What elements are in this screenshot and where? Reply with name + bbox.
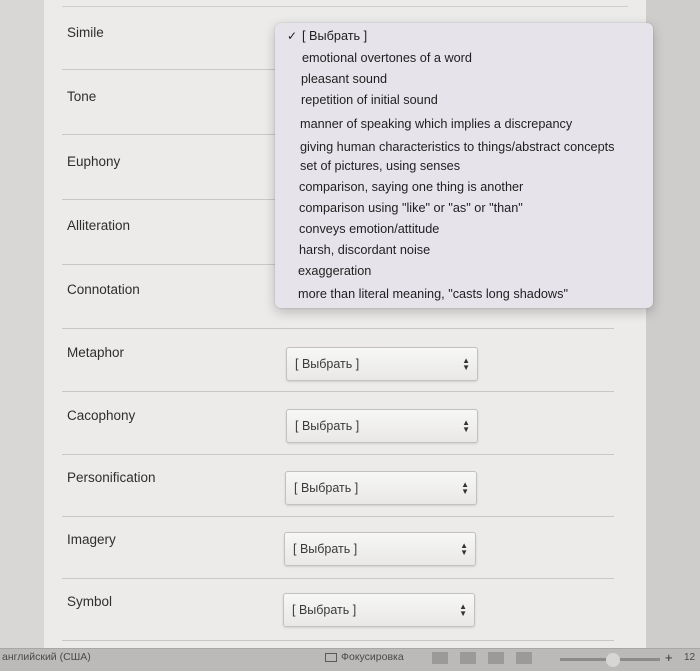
zoom-slider-handle[interactable]	[606, 653, 620, 667]
dropdown-option-selected[interactable]: ✓ [ Выбрать ]	[287, 29, 368, 43]
select-value: [ Выбрать ]	[292, 603, 357, 617]
view-mode-buttons	[432, 652, 532, 664]
select-imagery[interactable]: [ Выбрать ] ▲ ▼	[284, 532, 476, 566]
dropdown-option[interactable]: comparison using "like" or "as" or "than…	[299, 201, 523, 215]
row-separator	[62, 391, 614, 392]
row-separator	[62, 578, 614, 579]
select-value: [ Выбрать ]	[293, 542, 358, 556]
updown-arrows-icon: ▲ ▼	[461, 480, 469, 496]
term-label-euphony: Euphony	[67, 154, 121, 169]
term-label-metaphor: Metaphor	[67, 345, 125, 360]
dropdown-option[interactable]: conveys emotion/attitude	[299, 222, 439, 236]
dropdown-option[interactable]: repetition of initial sound	[301, 93, 438, 107]
status-bar: английский (США) Фокусировка + 12	[0, 648, 700, 671]
dropdown-option[interactable]: emotional overtones of a word	[302, 51, 472, 65]
updown-arrows-icon: ▲ ▼	[462, 418, 470, 434]
dropdown-option[interactable]: comparison, saying one thing is another	[299, 180, 523, 194]
dropdown-menu: ✓ [ Выбрать ] emotional overtones of a w…	[275, 23, 653, 308]
print-layout-icon[interactable]	[432, 652, 448, 664]
term-label-personification: Personification	[67, 470, 156, 485]
focus-label: Фокусировка	[341, 651, 404, 663]
dropdown-option[interactable]: more than literal meaning, "casts long s…	[298, 287, 568, 301]
dropdown-option[interactable]: harsh, discordant noise	[299, 243, 430, 257]
updown-arrows-icon: ▲ ▼	[462, 356, 470, 372]
row-separator	[62, 516, 614, 517]
select-personification[interactable]: [ Выбрать ] ▲ ▼	[285, 471, 477, 505]
select-value: [ Выбрать ]	[295, 419, 360, 433]
dropdown-option[interactable]: giving human characteristics to things/a…	[300, 140, 615, 154]
dropdown-option[interactable]: pleasant sound	[301, 72, 387, 86]
focus-icon	[325, 652, 337, 662]
select-value: [ Выбрать ]	[294, 481, 359, 495]
select-value: [ Выбрать ]	[295, 357, 360, 371]
select-metaphor[interactable]: [ Выбрать ] ▲ ▼	[286, 347, 478, 381]
zoom-level: 12	[684, 652, 696, 663]
updown-arrows-icon: ▲ ▼	[460, 541, 468, 557]
term-label-symbol: Symbol	[67, 594, 113, 609]
checkmark-icon: ✓	[287, 29, 298, 43]
outline-view-icon[interactable]	[516, 652, 532, 664]
language-indicator[interactable]: английский (США)	[2, 651, 91, 663]
dropdown-option[interactable]: manner of speaking which implies a discr…	[300, 117, 572, 131]
row-separator	[62, 328, 614, 329]
read-mode-icon[interactable]	[460, 652, 476, 664]
web-layout-icon[interactable]	[488, 652, 504, 664]
zoom-in-button[interactable]: +	[665, 650, 673, 665]
term-label-tone: Tone	[67, 89, 97, 104]
focus-mode-button[interactable]: Фокусировка	[325, 651, 404, 663]
term-label-imagery: Imagery	[67, 532, 116, 547]
term-label-simile: Simile	[67, 25, 104, 40]
updown-arrows-icon: ▲ ▼	[459, 602, 467, 618]
dropdown-option[interactable]: exaggeration	[298, 264, 371, 278]
row-separator	[62, 640, 614, 641]
term-label-connotation: Connotation	[67, 282, 140, 297]
row-separator	[62, 454, 614, 455]
dropdown-option[interactable]: set of pictures, using senses	[300, 159, 460, 173]
top-separator	[62, 6, 628, 7]
select-symbol[interactable]: [ Выбрать ] ▲ ▼	[283, 593, 475, 627]
option-label: [ Выбрать ]	[302, 29, 368, 43]
term-label-cacophony: Cacophony	[67, 408, 136, 423]
select-cacophony[interactable]: [ Выбрать ] ▲ ▼	[286, 409, 478, 443]
page-margin	[646, 0, 700, 648]
term-label-alliteration: Alliteration	[67, 218, 131, 233]
